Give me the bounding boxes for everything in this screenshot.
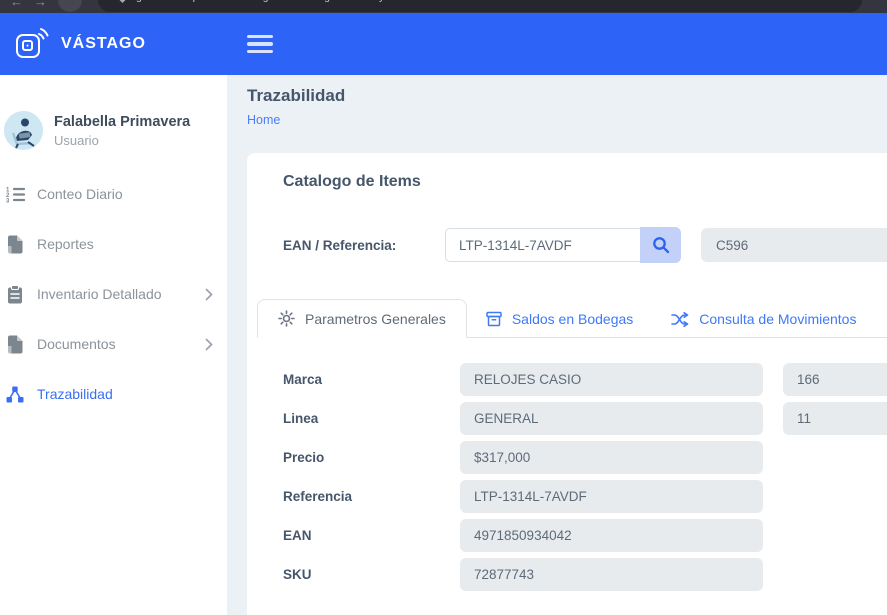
back-icon[interactable]: ←	[10, 0, 23, 9]
svg-text:3: 3	[6, 198, 10, 203]
sidebar-item-label: Inventario Detallado	[37, 286, 193, 302]
field-row-ean: EAN 4971850934042	[283, 519, 887, 552]
sidebar: Falabella Primavera Usuario 123	[0, 75, 228, 615]
file-icon	[5, 235, 25, 254]
shield-icon	[118, 0, 127, 3]
forward-icon[interactable]: →	[34, 0, 47, 9]
breadcrumb-home-link[interactable]: Home	[247, 113, 887, 127]
app-header: VÁSTAGO	[0, 13, 887, 75]
brand-name: VÁSTAGO	[61, 35, 146, 53]
sidebar-menu: 123 Conteo Diario Reportes	[0, 169, 227, 419]
field-label: Referencia	[283, 489, 460, 504]
brand: VÁSTAGO	[0, 26, 228, 62]
archive-icon	[486, 311, 502, 327]
field-code: 166	[783, 363, 887, 396]
sidebar-item-reportes[interactable]: Reportes	[0, 219, 227, 269]
catalog-card: Catalogo de Items EAN / Referencia: C596	[247, 153, 887, 615]
chevron-right-icon	[205, 288, 213, 301]
chevron-right-icon	[205, 338, 213, 351]
field-label: Precio	[283, 450, 460, 465]
card-title: Catalogo de Items	[283, 173, 887, 191]
tab-consulta-de-movimientos[interactable]: Consulta de Movimientos	[652, 301, 875, 337]
sidebar-item-documentos[interactable]: Documentos	[0, 319, 227, 369]
field-row-referencia: Referencia LTP-1314L-7AVDF	[283, 480, 887, 513]
field-label: Marca	[283, 372, 460, 387]
user-profile: Falabella Primavera Usuario	[0, 111, 227, 150]
tab-saldos-en-bodegas[interactable]: Saldos en Bodegas	[467, 301, 652, 337]
tabs: Parametros Generales Saldos en Bodegas	[257, 299, 887, 338]
layout: Falabella Primavera Usuario 123	[0, 75, 887, 615]
sidebar-item-label: Conteo Diario	[37, 186, 213, 202]
clipboard-icon	[5, 285, 25, 304]
referencia-code-field: C596	[701, 228, 887, 262]
search-icon	[652, 236, 670, 254]
url-text[interactable]: gamelochaquel.com/vastago/dist/vastagoWe…	[136, 0, 518, 3]
user-role: Usuario	[54, 133, 190, 148]
network-icon	[5, 386, 25, 403]
gear-icon	[278, 310, 295, 327]
user-info: Falabella Primavera Usuario	[54, 114, 190, 148]
reload-button[interactable]	[58, 0, 82, 12]
field-label: Linea	[283, 411, 460, 426]
field-row-precio: Precio $317,000	[283, 441, 887, 474]
sidebar-item-inventario-detallado[interactable]: Inventario Detallado	[0, 269, 227, 319]
search-button[interactable]	[640, 227, 681, 263]
field-code: 11	[783, 402, 887, 435]
avatar	[4, 111, 43, 150]
field-value: 4971850934042	[460, 519, 763, 552]
field-value: GENERAL	[460, 402, 763, 435]
main-content: Trazabilidad Home Catalogo de Items EAN …	[228, 75, 887, 615]
tab-label: Saldos en Bodegas	[512, 311, 633, 327]
field-row-linea: Linea GENERAL 11	[283, 402, 887, 435]
numbered-list-icon: 123	[5, 186, 25, 203]
browser-bar: ← → gamelochaquel.com/vastago/dist/vasta…	[0, 0, 887, 13]
field-row-sku: SKU 72877743	[283, 558, 887, 591]
file-icon	[5, 335, 25, 354]
sidebar-item-conteo-diario[interactable]: 123 Conteo Diario	[0, 169, 227, 219]
ean-referencia-label: EAN / Referencia:	[283, 238, 445, 253]
qr-scan-icon	[13, 26, 49, 62]
sidebar-item-label: Trazabilidad	[37, 386, 213, 402]
field-value: RELOJES CASIO	[460, 363, 763, 396]
field-label: SKU	[283, 567, 460, 582]
field-label: EAN	[283, 528, 460, 543]
search-row: EAN / Referencia: C596	[283, 227, 887, 263]
hamburger-menu-icon[interactable]	[247, 35, 273, 53]
field-value: 72877743	[460, 558, 763, 591]
field-row-marca: Marca RELOJES CASIO 166	[283, 363, 887, 396]
sidebar-item-label: Documentos	[37, 336, 193, 352]
field-value: $317,000	[460, 441, 763, 474]
field-value: LTP-1314L-7AVDF	[460, 480, 763, 513]
shuffle-icon	[671, 312, 689, 327]
ean-input[interactable]	[445, 228, 640, 262]
tab-label: Consulta de Movimientos	[699, 311, 856, 327]
sidebar-item-label: Reportes	[37, 236, 213, 252]
sidebar-item-trazabilidad[interactable]: Trazabilidad	[0, 369, 227, 419]
tab-label: Parametros Generales	[305, 311, 446, 327]
user-name: Falabella Primavera	[54, 114, 190, 130]
page-title: Trazabilidad	[247, 86, 887, 106]
fields-section: Marca RELOJES CASIO 166 Linea GENERAL 11…	[283, 363, 887, 591]
tab-parametros-generales[interactable]: Parametros Generales	[257, 299, 467, 338]
url-bar[interactable]: gamelochaquel.com/vastago/dist/vastagoWe…	[98, 0, 862, 12]
